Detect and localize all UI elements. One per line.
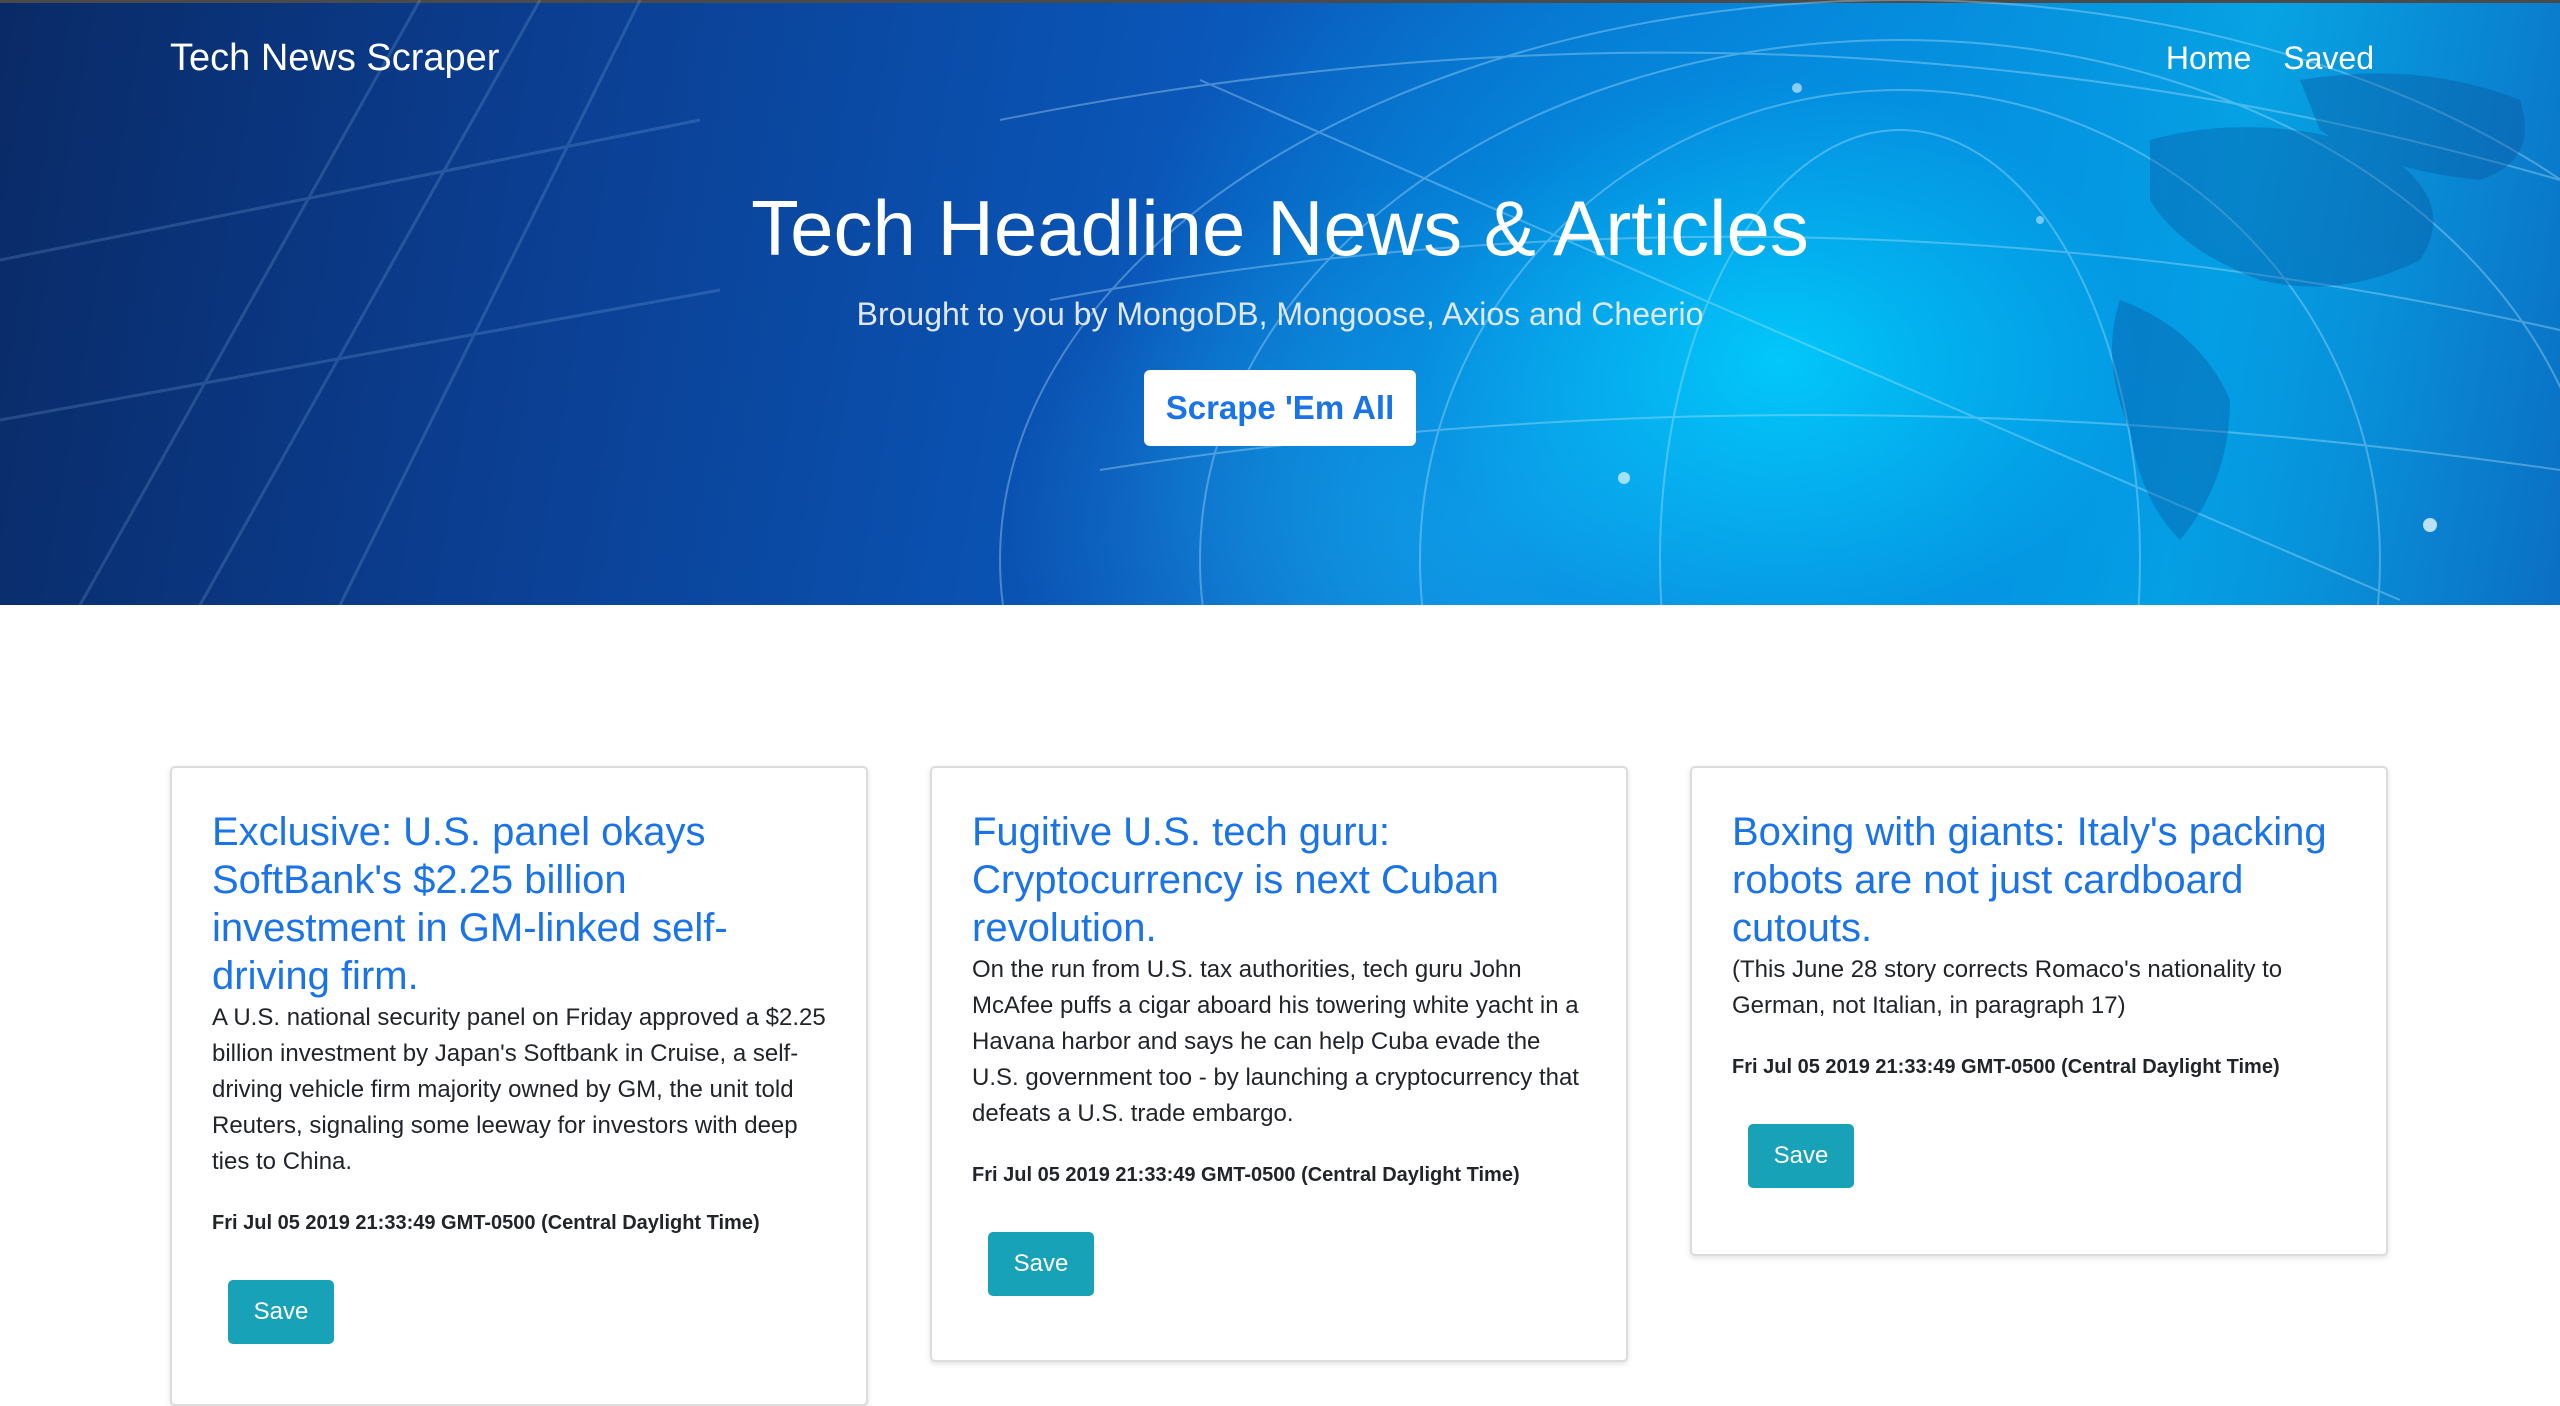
article-summary: A U.S. national security panel on Friday… (212, 1004, 826, 1175)
article-date: Fri Jul 05 2019 21:33:49 GMT-0500 (Centr… (212, 1212, 760, 1234)
nav-home-link[interactable]: Home (2166, 34, 2251, 82)
article-summary: (This June 28 story corrects Romaco's na… (1732, 956, 2283, 1019)
hero-title: Tech Headline News & Articles (751, 184, 1809, 272)
hero-subtitle: Brought to you by MongoDB, Mongoose, Axi… (856, 296, 1704, 332)
scrape-button[interactable]: Scrape 'Em All (1144, 370, 1416, 446)
article-card: Fugitive U.S. tech guru: Cryptocurrency … (930, 766, 1628, 1362)
article-card: Boxing with giants: Italy's packing robo… (1690, 766, 2388, 1256)
brand-link[interactable]: Tech News Scraper (170, 34, 499, 82)
article-title-link[interactable]: Fugitive U.S. tech guru: Cryptocurrency … (972, 808, 1586, 952)
article-card: Exclusive: U.S. panel okays SoftBank's $… (170, 766, 868, 1406)
article-date: Fri Jul 05 2019 21:33:49 GMT-0500 (Centr… (1732, 1056, 2280, 1078)
navbar: Tech News Scraper Home Saved (0, 0, 2560, 118)
save-button[interactable]: Save (228, 1280, 334, 1344)
nav-links: Home Saved (2166, 34, 2374, 82)
article-summary: On the run from U.S. tax authorities, te… (972, 956, 1579, 1127)
article-title-link[interactable]: Boxing with giants: Italy's packing robo… (1732, 808, 2346, 952)
save-button[interactable]: Save (1748, 1124, 1854, 1188)
save-button[interactable]: Save (988, 1232, 1094, 1296)
article-date: Fri Jul 05 2019 21:33:49 GMT-0500 (Centr… (972, 1164, 1520, 1186)
hero-banner: Tech News Scraper Home Saved Tech Headli… (0, 0, 2560, 605)
article-title-link[interactable]: Exclusive: U.S. panel okays SoftBank's $… (212, 808, 826, 1000)
nav-saved-link[interactable]: Saved (2283, 34, 2374, 82)
